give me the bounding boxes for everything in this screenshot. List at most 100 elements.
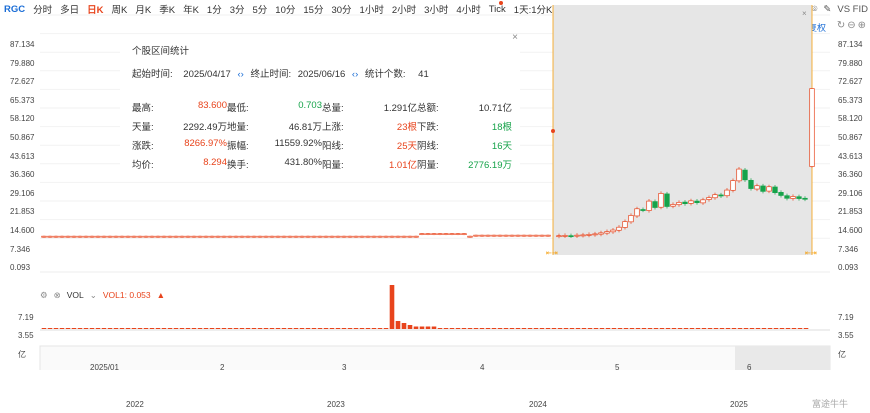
candle-body (437, 233, 443, 236)
range-start-marker[interactable] (551, 129, 555, 133)
range-end-handle[interactable]: ⇤⇥ (805, 250, 817, 257)
volume-bar (695, 328, 701, 329)
candle-body (101, 235, 107, 238)
volume-bar (95, 328, 101, 329)
volume-bar (101, 328, 107, 329)
volume-bar (269, 328, 275, 329)
candle-body (41, 235, 47, 238)
candle-body (509, 234, 515, 237)
volume-bar (719, 328, 725, 329)
stats-label: 阳量: (322, 159, 344, 171)
candle-body (562, 235, 568, 237)
xaxis-tick: 6 (747, 363, 752, 372)
candle-body (47, 235, 53, 238)
start-adjust-icon[interactable]: ‹› (233, 69, 247, 80)
price-tick-left: 87.134 (10, 40, 35, 49)
candle-body (401, 235, 407, 238)
stats-label: 上涨: (322, 121, 344, 133)
volume-bar (65, 328, 71, 329)
price-tick-right: 72.627 (838, 77, 863, 87)
volume-bar (425, 326, 431, 329)
volume-bar (455, 328, 461, 329)
candle-body (574, 234, 580, 237)
volume-bar (359, 328, 365, 329)
candle-body (694, 200, 700, 203)
candle-body (107, 235, 113, 238)
stats-value: 18根 (491, 121, 512, 133)
candle-body (622, 221, 628, 228)
volume-bar (797, 328, 803, 329)
navigator-tick: 2025 (730, 400, 748, 409)
xaxis-tick: 5 (615, 363, 620, 372)
stats-label: 阴线: (417, 140, 439, 152)
volume-bar (71, 328, 77, 329)
price-tick-left: 58.120 (10, 114, 35, 124)
volume-bar (677, 328, 683, 329)
candle-body (419, 233, 425, 236)
candle-body (586, 234, 592, 236)
stats-label: 振幅: (227, 140, 249, 152)
selection-area[interactable] (553, 5, 812, 255)
volume-bar (233, 328, 239, 329)
volume-value: VOL1: 0.053 (102, 290, 151, 300)
stats-label: 涨跌: (132, 140, 154, 152)
stats-value: 1.01亿 (389, 159, 417, 171)
volume-bar (785, 328, 791, 329)
candle-body (515, 234, 521, 237)
price-tick-left: 29.106 (10, 188, 35, 198)
candle-body (556, 235, 562, 238)
candle-body (383, 235, 389, 238)
volume-bar (725, 328, 731, 329)
price-tick-left: 7.346 (10, 244, 31, 254)
close-icon[interactable]: × (512, 32, 518, 43)
candle-body (616, 226, 622, 231)
candle-body (281, 235, 287, 238)
candle-body (449, 233, 455, 236)
xaxis-tick: 4 (480, 363, 485, 372)
stats-row: 涨跌: 8266.97% 振幅: 11559.92% 阳线: 25天 阴线: 16天 (132, 135, 512, 154)
stats-value: 8.294 (203, 156, 227, 168)
stats-label: 地量: (227, 121, 249, 133)
volume-tick: 3.55 (838, 331, 854, 340)
price-tick-left: 21.853 (10, 207, 35, 217)
volume-tick: 3.55 (18, 331, 34, 340)
settings-icon[interactable]: ⚙ (40, 290, 48, 301)
volume-bar (227, 328, 233, 329)
volume-bar (479, 328, 485, 329)
price-tick-left: 14.600 (10, 226, 35, 235)
range-start-handle[interactable]: ⇤⇥ (546, 250, 558, 257)
candle-body (473, 234, 479, 237)
navigator-tick: 2023 (327, 400, 345, 409)
close-icon[interactable]: ⊗ (54, 290, 61, 301)
stats-cell: 阴线: 16天 (417, 138, 512, 152)
stats-value: 2776.19万 (468, 159, 512, 171)
price-tick-left: 50.867 (10, 133, 35, 142)
chevron-down-icon[interactable]: ⌄ (90, 290, 97, 301)
end-adjust-icon[interactable]: ‹› (348, 69, 362, 80)
stats-cell: 总额: 10.71亿 (417, 100, 512, 114)
price-tick-right: 65.373 (838, 95, 863, 105)
volume-indicator-label[interactable]: VOL (67, 290, 84, 300)
volume-bar (77, 328, 83, 329)
volume-bar (611, 328, 617, 329)
candle-body (646, 200, 652, 211)
candle-body (778, 192, 784, 196)
price-tick-left: 0.093 (10, 263, 31, 273)
candle-body (521, 234, 527, 237)
volume-bar (161, 328, 167, 329)
stats-grid: 最高: 83.600 最低: 0.703 总量: 1.291亿 总额: 10.71亿 天量: 22… (132, 97, 512, 173)
navigator-panel[interactable] (39, 345, 831, 370)
volume-bar (239, 328, 245, 329)
candle-body (467, 235, 473, 238)
candle-body (479, 234, 485, 237)
price-tick-left: 79.880 (10, 58, 35, 68)
volume-bar (563, 328, 569, 329)
stats-cell: 振幅: 11559.92% (227, 138, 322, 152)
candle-body (89, 235, 95, 238)
candle-body (149, 235, 155, 238)
candle-body (610, 229, 616, 233)
candle-body (802, 197, 808, 200)
selection-close-icon[interactable]: × (802, 9, 807, 18)
candle-body (455, 233, 461, 236)
volume-bar (311, 328, 317, 329)
